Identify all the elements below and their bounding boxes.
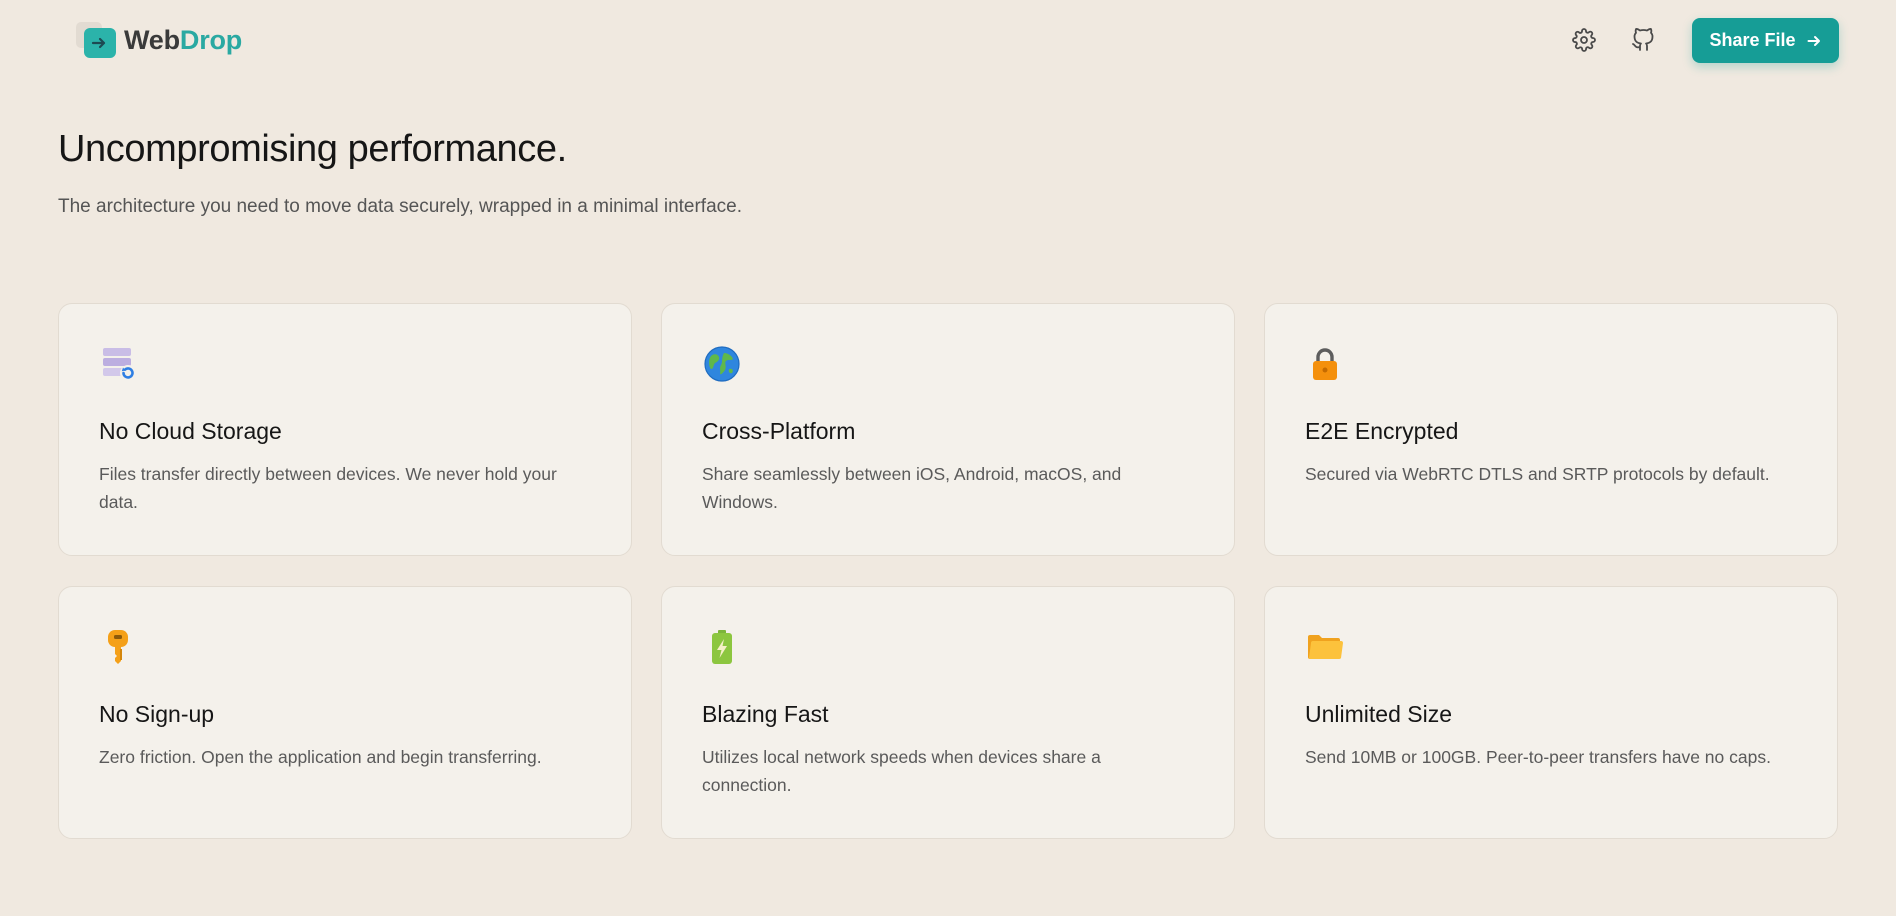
battery-bolt-icon bbox=[702, 627, 742, 667]
arrow-right-icon bbox=[1807, 35, 1820, 46]
webdrop-logo[interactable]: WebDrop bbox=[74, 20, 242, 60]
feature-description: Zero friction. Open the application and … bbox=[99, 747, 542, 767]
feature-card-cross-platform: Cross-Platform Share seamlessly between … bbox=[661, 303, 1235, 556]
feature-title: Cross-Platform bbox=[702, 418, 856, 444]
share-file-label: Share File bbox=[1709, 30, 1796, 50]
feature-title: No Sign-up bbox=[99, 701, 215, 727]
key-icon bbox=[99, 627, 139, 667]
feature-description: Secured via WebRTC DTLS and SRTP protoco… bbox=[1305, 464, 1770, 484]
feature-card-no-cloud-storage: No Cloud Storage Files transfer directly… bbox=[58, 303, 632, 556]
database-sync-icon bbox=[99, 344, 139, 384]
feature-description: Share seamlessly between iOS, Android, m… bbox=[702, 464, 1122, 512]
settings-button[interactable] bbox=[1568, 24, 1600, 56]
share-file-button[interactable]: Share File bbox=[1692, 18, 1839, 63]
feature-card-unlimited-size: Unlimited Size Send 10MB or 100GB. Peer-… bbox=[1264, 586, 1838, 839]
feature-description: Files transfer directly between devices.… bbox=[99, 464, 557, 512]
feature-description: Send 10MB or 100GB. Peer-to-peer transfe… bbox=[1305, 747, 1771, 767]
feature-card-blazing-fast: Blazing Fast Utilizes local network spee… bbox=[661, 586, 1235, 839]
feature-description: Utilizes local network speeds when devic… bbox=[702, 747, 1101, 795]
page-subtitle: The architecture you need to move data s… bbox=[58, 196, 742, 217]
logo-icon bbox=[74, 20, 118, 60]
logo-text-web: Web bbox=[124, 24, 180, 55]
feature-card-e2e-encrypted: E2E Encrypted Secured via WebRTC DTLS an… bbox=[1264, 303, 1838, 556]
github-icon bbox=[1632, 28, 1654, 51]
feature-title: E2E Encrypted bbox=[1305, 418, 1459, 444]
logo-text-drop: Drop bbox=[179, 24, 243, 55]
gear-icon bbox=[1572, 28, 1596, 52]
page-title: Uncompromising performance. bbox=[58, 128, 567, 170]
feature-title: Unlimited Size bbox=[1305, 701, 1452, 727]
feature-card-no-sign-up: No Sign-up Zero friction. Open the appli… bbox=[58, 586, 632, 839]
feature-title: Blazing Fast bbox=[702, 701, 829, 727]
page: WebDrop Share File Uncompromising perfor… bbox=[0, 0, 1896, 916]
lock-icon bbox=[1305, 344, 1345, 384]
globe-icon bbox=[702, 344, 742, 384]
feature-title: No Cloud Storage bbox=[99, 418, 282, 444]
github-button[interactable] bbox=[1627, 24, 1659, 56]
logo-text: WebDrop bbox=[124, 25, 242, 56]
folder-icon bbox=[1305, 627, 1345, 667]
top-nav: WebDrop Share File bbox=[0, 0, 1896, 80]
